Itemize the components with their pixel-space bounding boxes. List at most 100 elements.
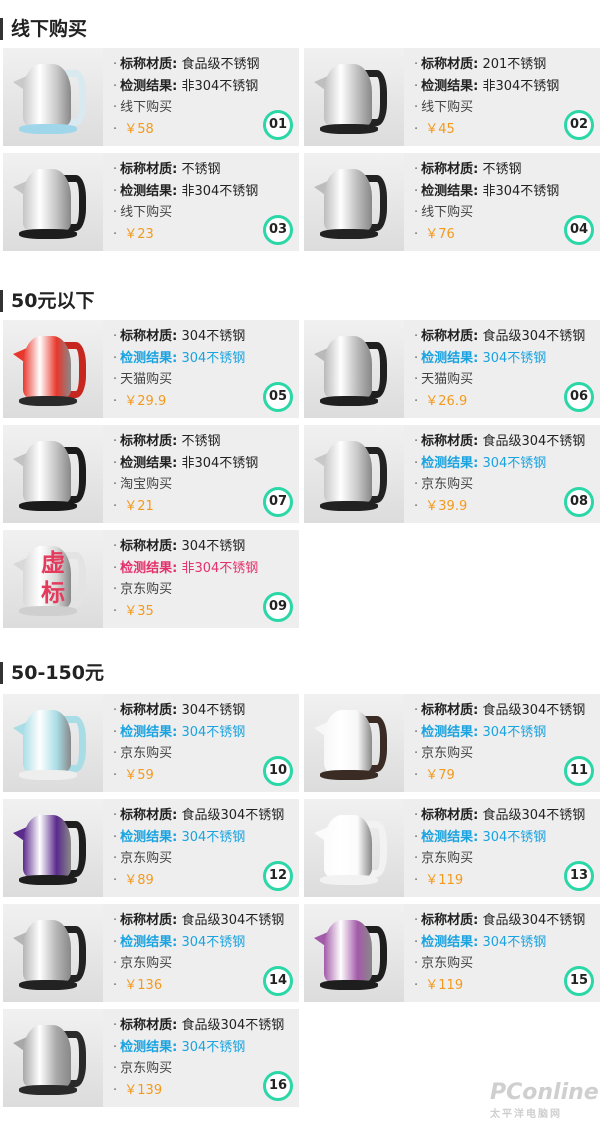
product-number-badge: 11 xyxy=(564,756,594,786)
product-card-10[interactable]: · 标称材质: 304不锈钢 · 检测结果: 304不锈钢 · 京东购买 · ￥59 10 xyxy=(3,694,299,792)
kettle-base-shape xyxy=(320,980,378,990)
purchase-channel: 京东购买 xyxy=(421,477,474,492)
purchase-channel: 京东购买 xyxy=(120,746,173,761)
purchase-channel: 京东购买 xyxy=(120,956,173,971)
kettle-base-shape xyxy=(320,501,378,511)
kettle-body-shape xyxy=(23,1025,71,1087)
test-result-value: 非304不锈钢 xyxy=(181,78,259,94)
price-value: ￥26.9 xyxy=(425,393,468,409)
price-value: ￥29.9 xyxy=(124,393,167,409)
product-number-badge: 08 xyxy=(564,487,594,517)
material-row: · 标称材质: 食品级304不锈钢 xyxy=(113,1018,285,1033)
material-row: · 标称材质: 食品级304不锈钢 xyxy=(414,913,586,928)
kettle-body-shape xyxy=(324,710,372,772)
test-result-row: · 检测结果: 304不锈钢 xyxy=(414,724,547,740)
kettle-image xyxy=(3,48,103,146)
test-result-value: 304不锈钢 xyxy=(181,350,246,366)
material-row: · 标称材质: 不锈钢 xyxy=(414,162,522,177)
material-value: 不锈钢 xyxy=(482,162,522,177)
material-value: 304不锈钢 xyxy=(181,329,246,344)
material-value: 食品级304不锈钢 xyxy=(181,1018,285,1033)
product-card-05[interactable]: · 标称材质: 304不锈钢 · 检测结果: 304不锈钢 · 天猫购买 · ￥29.9 05 xyxy=(3,320,299,418)
material-row: · 标称材质: 不锈钢 xyxy=(113,162,221,177)
material-value: 食品级304不锈钢 xyxy=(181,913,285,928)
test-result-row: · 检测结果: 304不锈钢 xyxy=(414,455,547,471)
test-result-value: 304不锈钢 xyxy=(181,829,246,845)
product-card-02[interactable]: · 标称材质: 201不锈钢 · 检测结果: 非304不锈钢 · 线下购买 · ￥45 02 xyxy=(304,48,600,146)
test-result-row: · 检测结果: 304不锈钢 xyxy=(113,1039,246,1055)
kettle-image xyxy=(3,799,103,897)
test-result-row: · 检测结果: 非304不锈钢 xyxy=(414,78,560,94)
kettle-body-shape xyxy=(324,920,372,982)
product-card-07[interactable]: · 标称材质: 不锈钢 · 检测结果: 非304不锈钢 · 淘宝购买 · ￥21 07 xyxy=(3,425,299,523)
test-result-value: 304不锈钢 xyxy=(482,455,547,471)
kettle-image xyxy=(304,48,404,146)
test-result-row: · 检测结果: 304不锈钢 xyxy=(113,934,246,950)
kettle-image xyxy=(304,799,404,897)
material-value: 食品级不锈钢 xyxy=(181,57,260,72)
material-value: 食品级304不锈钢 xyxy=(482,329,586,344)
product-card-06[interactable]: · 标称材质: 食品级304不锈钢 · 检测结果: 304不锈钢 · 天猫购买 · ￥26.… xyxy=(304,320,600,418)
product-number-badge: 07 xyxy=(263,487,293,517)
purchase-channel: 京东购买 xyxy=(120,851,173,866)
material-row: · 标称材质: 201不锈钢 xyxy=(414,57,547,72)
price-value: ￥39.9 xyxy=(425,498,468,514)
purchase-channel: 天猫购买 xyxy=(421,372,474,387)
kettle-base-shape xyxy=(19,501,77,511)
kettle-body-shape xyxy=(23,920,71,982)
product-card-14[interactable]: · 标称材质: 食品级304不锈钢 · 检测结果: 304不锈钢 · 京东购买 · ￥136… xyxy=(3,904,299,1002)
product-card-16[interactable]: · 标称材质: 食品级304不锈钢 · 检测结果: 304不锈钢 · 京东购买 · ￥139… xyxy=(3,1009,299,1107)
kettle-base-shape xyxy=(19,770,77,780)
test-result-value: 304不锈钢 xyxy=(482,350,547,366)
kettle-base-shape xyxy=(320,770,378,780)
price-value: ￥45 xyxy=(425,121,455,137)
test-result-row: · 检测结果: 304不锈钢 xyxy=(113,350,246,366)
product-card-11[interactable]: · 标称材质: 食品级304不锈钢 · 检测结果: 304不锈钢 · 京东购买 · ￥79 1… xyxy=(304,694,600,792)
material-row: · 标称材质: 304不锈钢 xyxy=(113,329,246,344)
material-value: 食品级304不锈钢 xyxy=(482,703,586,718)
product-number-badge: 14 xyxy=(263,966,293,996)
kettle-base-shape xyxy=(19,229,77,239)
product-number-badge: 05 xyxy=(263,382,293,412)
material-row: · 标称材质: 食品级304不锈钢 xyxy=(414,434,586,449)
fake-label-stamp: 虚标 xyxy=(41,549,65,607)
kettle-base-shape xyxy=(19,396,77,406)
purchase-channel: 淘宝购买 xyxy=(120,477,173,492)
kettle-image xyxy=(3,904,103,1002)
kettle-base-shape xyxy=(320,124,378,134)
price-value: ￥58 xyxy=(124,121,154,137)
product-card-01[interactable]: · 标称材质: 食品级不锈钢 · 检测结果: 非304不锈钢 · 线下购买 · ￥58 01 xyxy=(3,48,299,146)
pconline-watermark-logo: PConline 太平洋电脑网 xyxy=(490,1080,599,1120)
kettle-body-shape xyxy=(324,169,372,231)
material-value: 不锈钢 xyxy=(181,434,221,449)
test-result-value: 304不锈钢 xyxy=(482,724,547,740)
purchase-channel: 京东购买 xyxy=(120,582,173,597)
test-result-row: · 检测结果: 非304不锈钢 xyxy=(113,455,259,471)
test-result-row: · 检测结果: 304不锈钢 xyxy=(113,724,246,740)
product-card-09[interactable]: 虚标 · 标称材质: 304不锈钢 · 检测结果: 非304不锈钢 · 京东购买 · ￥35 0… xyxy=(3,530,299,628)
kettle-image xyxy=(304,153,404,251)
product-card-03[interactable]: · 标称材质: 不锈钢 · 检测结果: 非304不锈钢 · 线下购买 · ￥23 03 xyxy=(3,153,299,251)
purchase-channel: 线下购买 xyxy=(120,205,173,220)
product-card-04[interactable]: · 标称材质: 不锈钢 · 检测结果: 非304不锈钢 · 线下购买 · ￥76 04 xyxy=(304,153,600,251)
test-result-value: 304不锈钢 xyxy=(181,1039,246,1055)
product-card-13[interactable]: · 标称材质: 食品级304不锈钢 · 检测结果: 304不锈钢 · 京东购买 · ￥119… xyxy=(304,799,600,897)
product-card-15[interactable]: · 标称材质: 食品级304不锈钢 · 检测结果: 304不锈钢 · 京东购买 · ￥119… xyxy=(304,904,600,1002)
material-row: · 标称材质: 食品级304不锈钢 xyxy=(414,703,586,718)
kettle-body-shape xyxy=(23,710,71,772)
product-card-12[interactable]: · 标称材质: 食品级304不锈钢 · 检测结果: 304不锈钢 · 京东购买 · ￥89 1… xyxy=(3,799,299,897)
purchase-channel: 京东购买 xyxy=(421,956,474,971)
product-card-08[interactable]: · 标称材质: 食品级304不锈钢 · 检测结果: 304不锈钢 · 京东购买 · ￥39.… xyxy=(304,425,600,523)
test-result-row: · 检测结果: 非304不锈钢 xyxy=(113,78,259,94)
test-result-value: 非304不锈钢 xyxy=(181,183,259,199)
material-value: 食品级304不锈钢 xyxy=(482,434,586,449)
kettle-body-shape xyxy=(23,815,71,877)
purchase-channel: 线下购买 xyxy=(421,100,474,115)
material-row: · 标称材质: 304不锈钢 xyxy=(113,703,246,718)
test-result-row: · 检测结果: 304不锈钢 xyxy=(414,934,547,950)
material-value: 201不锈钢 xyxy=(482,57,547,72)
product-number-badge: 12 xyxy=(263,861,293,891)
product-number-badge: 04 xyxy=(564,215,594,245)
kettle-body-shape xyxy=(23,169,71,231)
kettle-base-shape xyxy=(19,980,77,990)
